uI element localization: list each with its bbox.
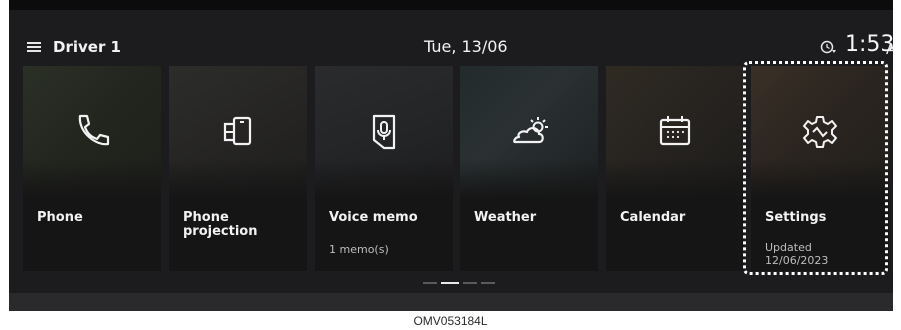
driver-profile-label[interactable]: Driver 1 [53,38,121,56]
phone-icon [78,114,110,146]
weather-icon [513,117,548,144]
bottom-bar [9,293,893,311]
tile-weather[interactable]: Weather [460,66,598,271]
top-band [9,0,893,10]
calendar-icon [659,116,691,146]
page-dot-active [441,282,459,284]
page-dot [463,282,477,284]
tile-weather-label: Weather [474,210,537,225]
tile-voice-memo-label: Voice memo [329,210,418,225]
date-display: Tue, 13/06 [424,37,508,56]
phone-projection-icon [223,116,252,146]
hamburger-menu-icon[interactable] [27,42,41,52]
clock-ampm: AM [886,42,893,58]
status-bar: Driver 1 Tue, 13/06 1:53 AM [9,28,893,64]
settings-highlight-outline [743,61,888,275]
tile-calendar-label: Calendar [620,210,686,225]
voice-memo-icon [372,114,396,150]
page-dot [423,282,437,284]
timer-icon [820,40,836,54]
tile-voice-memo-count: 1 memo(s) [329,243,389,256]
page-dot [481,282,495,284]
tile-voice-memo[interactable]: Voice memo 1 memo(s) [315,66,453,271]
tile-calendar[interactable]: Calendar [606,66,744,271]
tile-phone-projection[interactable]: Phone projection [169,66,307,271]
tile-phone[interactable]: Phone [23,66,161,271]
tile-phone-projection-label: Phone projection [183,210,258,239]
figure-caption: OMV053184L [413,314,488,328]
tile-phone-label: Phone [37,210,83,225]
